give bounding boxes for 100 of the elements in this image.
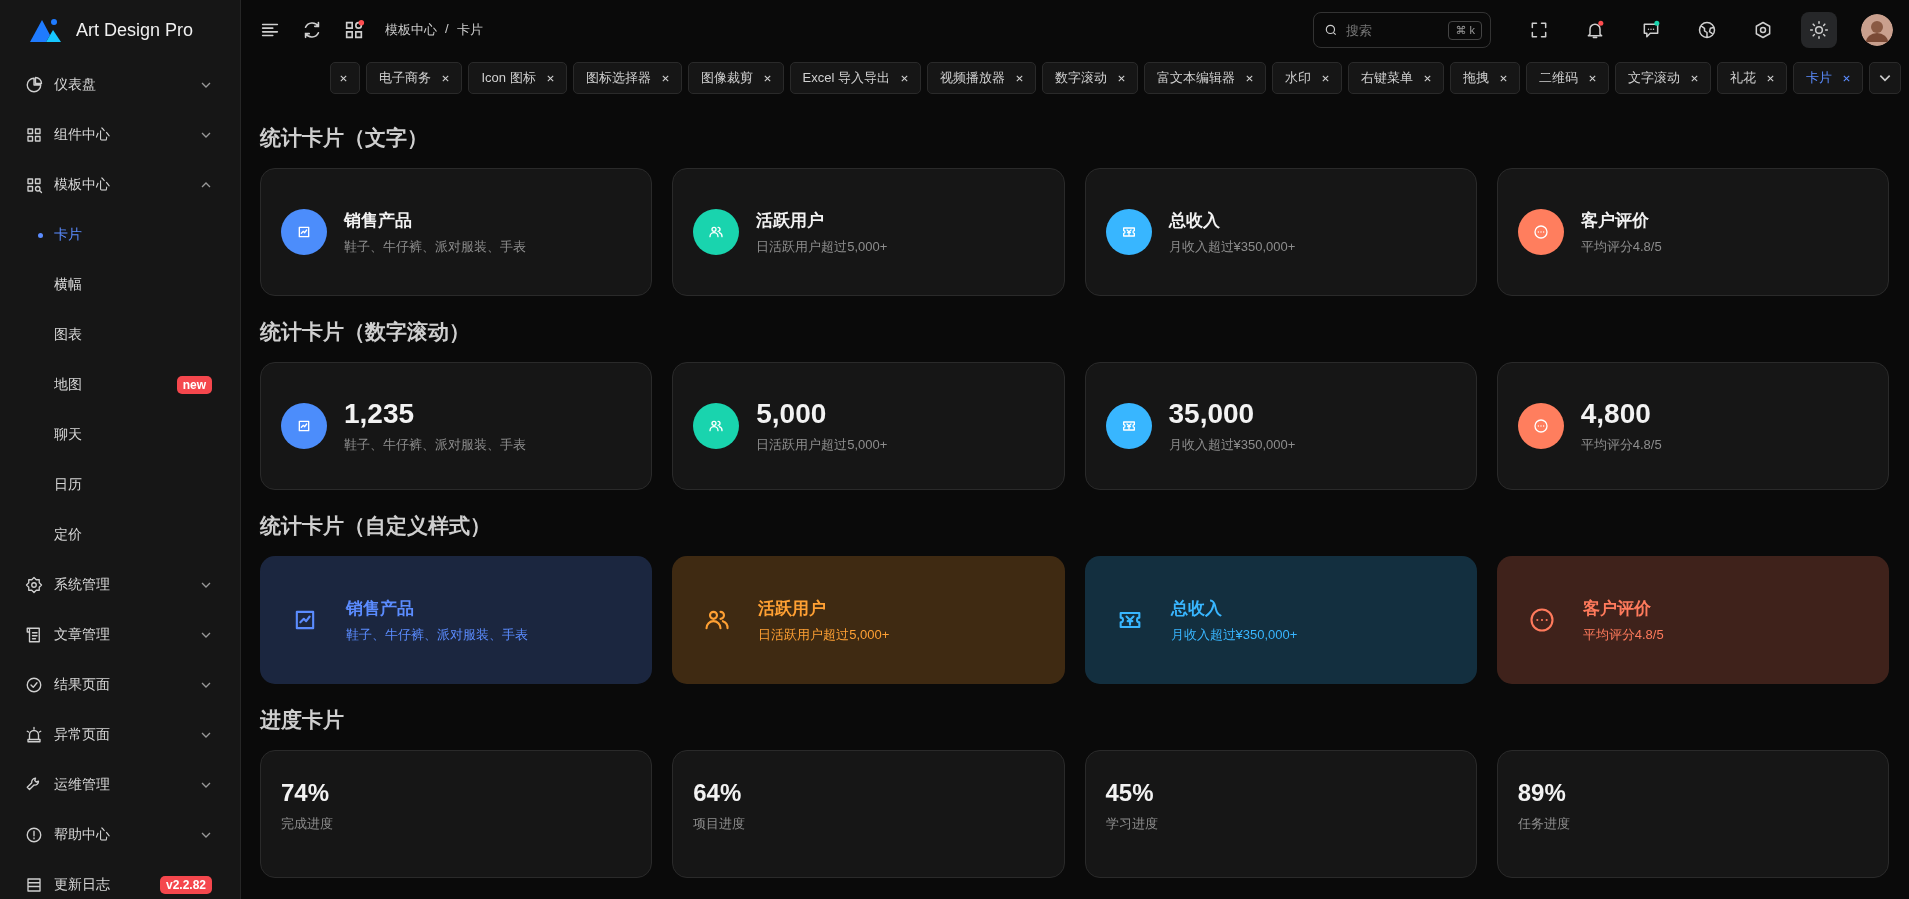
stat-value: 5,000 — [756, 398, 828, 430]
submenu-item[interactable]: 日历 — [0, 460, 240, 510]
shortcut-hint: ⌘ k — [1448, 20, 1482, 40]
close-icon[interactable] — [1321, 73, 1330, 83]
search-input[interactable]: 搜索 — [1344, 21, 1443, 39]
search-field[interactable]: 搜索 ⌘ k — [1313, 12, 1491, 48]
card-description: 平均评分4.8/5 — [1580, 436, 1662, 454]
page-tab[interactable]: 拖拽 — [1450, 62, 1520, 94]
close-icon[interactable] — [900, 73, 909, 83]
card-description: 月收入超过¥350,000+ — [1168, 436, 1296, 454]
menu-icon — [25, 576, 43, 594]
sidebar-item[interactable]: 仪表盘 — [0, 60, 240, 110]
card-title: 销售产品 — [344, 209, 413, 232]
page-tab[interactable]: Icon 图标 — [468, 62, 567, 94]
stat-value: 35,000 — [1168, 398, 1256, 430]
page-tab[interactable]: Excel 导入导出 — [789, 62, 921, 94]
close-icon[interactable] — [1015, 73, 1024, 83]
sun-icon[interactable] — [1801, 12, 1837, 48]
progress-label: 学习进度 — [1105, 815, 1158, 833]
sidebar-item[interactable]: 异常页面 — [0, 710, 240, 760]
menu-icon — [25, 676, 43, 694]
logo-icon — [28, 17, 62, 43]
sidebar-item[interactable]: 更新日志 v2.2.82 — [0, 860, 240, 899]
section-title: 统计卡片（自定义样式） — [260, 513, 492, 539]
progress-label: 完成进度 — [281, 815, 333, 833]
page-tab[interactable]: 图标选择器 — [572, 62, 682, 94]
breadcrumb-item[interactable]: 模板中心 — [385, 21, 437, 39]
stat-icon — [1527, 606, 1556, 634]
page-tab[interactable]: 文字滚动 — [1615, 62, 1711, 94]
tabs-menu-button[interactable] — [1869, 62, 1901, 94]
sidebar-item[interactable]: 系统管理 — [0, 560, 240, 610]
submenu-item[interactable]: 图表 — [0, 310, 240, 360]
close-icon[interactable] — [441, 73, 451, 83]
breadcrumb-item[interactable]: 卡片 — [456, 21, 483, 39]
page-tab[interactable]: 礼花 — [1717, 62, 1787, 94]
sidebar-item[interactable]: 结果页面 — [0, 660, 240, 710]
menu-icon — [25, 826, 43, 844]
progress-label: 任务进度 — [1517, 815, 1570, 833]
page-tab[interactable]: 卡片 — [1793, 62, 1863, 94]
card-description: 日活跃用户超过5,000+ — [756, 436, 888, 454]
close-icon[interactable] — [545, 73, 555, 83]
sidebar-item[interactable]: 文章管理 — [0, 610, 240, 660]
card-description: 鞋子、牛仔裤、派对服装、手表 — [344, 237, 526, 256]
close-icon[interactable] — [1117, 73, 1126, 83]
page-tab[interactable]: 数字滚动 — [1042, 62, 1138, 94]
page-tab[interactable]: 水印 — [1272, 62, 1342, 94]
section-title: 统计卡片（数字滚动） — [260, 319, 471, 345]
new-badge: new — [176, 376, 212, 394]
stat-value: 45% — [1105, 779, 1155, 807]
close-icon[interactable] — [1423, 73, 1432, 83]
section-title: 统计卡片（文字） — [260, 125, 429, 151]
version-badge: v2.2.82 — [159, 876, 212, 894]
close-icon[interactable] — [1499, 73, 1508, 83]
submenu-item[interactable]: 卡片 — [0, 210, 240, 260]
menu-icon — [25, 876, 43, 894]
card-title: 客户评价 — [1582, 597, 1652, 620]
sidebar-item[interactable]: 运维管理 — [0, 760, 240, 810]
card-title: 总收入 — [1170, 597, 1223, 620]
card-description: 日活跃用户超过5,000+ — [756, 237, 888, 256]
card-description: 平均评分4.8/5 — [1582, 625, 1664, 644]
stat-value: 4,800 — [1580, 398, 1652, 430]
page-tab[interactable]: 图像裁剪 — [687, 62, 784, 94]
close-icon[interactable] — [1588, 73, 1597, 83]
breadcrumb-separator: / — [445, 21, 449, 38]
close-icon[interactable] — [1690, 73, 1699, 83]
close-icon[interactable] — [1245, 73, 1254, 83]
close-icon[interactable] — [660, 73, 670, 83]
stat-value: 1,235 — [344, 398, 416, 430]
page-tab[interactable]: 富文本编辑器 — [1144, 62, 1266, 94]
close-icon[interactable] — [1766, 73, 1775, 83]
search-icon — [1324, 23, 1338, 37]
page-tab[interactable]: 二维码 — [1526, 62, 1609, 94]
page-tab[interactable]: 右键菜单 — [1348, 62, 1444, 94]
card-title: 活跃用户 — [758, 597, 828, 620]
menu-icon — [25, 726, 43, 744]
card-description: 鞋子、牛仔裤、派对服装、手表 — [344, 436, 526, 454]
section-title: 进度卡片 — [260, 707, 345, 733]
sidebar-item[interactable]: 帮助中心 — [0, 810, 240, 860]
menu-icon — [25, 76, 43, 94]
avatar[interactable] — [1861, 14, 1893, 46]
close-icon[interactable] — [762, 73, 772, 83]
submenu-item[interactable]: 定价 — [0, 510, 240, 560]
close-icon[interactable] — [1842, 73, 1851, 83]
close-icon[interactable] — [339, 73, 349, 83]
card-description: 月收入超过¥350,000+ — [1168, 237, 1296, 256]
submenu-item[interactable]: 横幅 — [0, 260, 240, 310]
sidebar-item[interactable]: 组件中心 — [0, 110, 240, 160]
submenu-item[interactable]: 地图 new — [0, 360, 240, 410]
menu-icon — [25, 126, 43, 144]
card-title: 客户评价 — [1580, 209, 1650, 232]
submenu-item[interactable]: 聊天 — [0, 410, 240, 460]
page-tab[interactable]: 视频播放器 — [927, 62, 1036, 94]
card-title: 总收入 — [1168, 209, 1221, 232]
card-description: 月收入超过¥350,000+ — [1170, 625, 1298, 644]
stat-value: 89% — [1517, 779, 1567, 807]
card-title: 活跃用户 — [756, 209, 826, 232]
progress-label: 项目进度 — [693, 815, 746, 833]
page-tab[interactable]: 电子商务 — [366, 62, 463, 94]
sidebar-item[interactable]: 模板中心 — [0, 160, 240, 210]
card-description: 鞋子、牛仔裤、派对服装、手表 — [346, 625, 528, 644]
